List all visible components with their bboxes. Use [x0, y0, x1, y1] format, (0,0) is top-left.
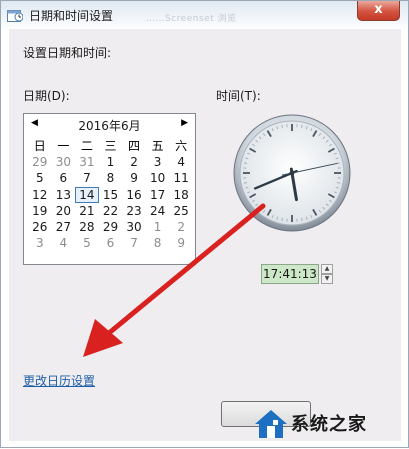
calendar-day[interactable]: 21: [75, 203, 99, 219]
calendar-day[interactable]: 11: [169, 170, 193, 186]
next-month-button[interactable]: ▶: [181, 118, 188, 128]
calendar-day-other-month[interactable]: 4: [52, 235, 76, 251]
time-input[interactable]: 17:41:13: [261, 264, 319, 284]
calendar-day[interactable]: 1: [99, 154, 123, 170]
weekday-header: 四: [122, 138, 146, 154]
calendar-day[interactable]: 26: [28, 219, 52, 235]
calendar-day[interactable]: 20: [52, 203, 76, 219]
calendar-day[interactable]: 28: [75, 219, 99, 235]
calendar-day[interactable]: 17: [146, 187, 170, 203]
calendar-day[interactable]: 29: [99, 219, 123, 235]
calendar-day[interactable]: 6: [52, 170, 76, 186]
page-heading: 设置日期和时间:: [23, 44, 111, 61]
calendar-day[interactable]: 27: [52, 219, 76, 235]
calendar-day[interactable]: 8: [99, 170, 123, 186]
analog-clock: [233, 114, 351, 232]
calendar-day[interactable]: 9: [122, 170, 146, 186]
calendar-day[interactable]: 5: [28, 170, 52, 186]
calendar-month-title[interactable]: 2016年6月: [24, 117, 195, 134]
weekday-header: 日: [28, 138, 52, 154]
weekday-header: 二: [75, 138, 99, 154]
calendar-day[interactable]: 22: [99, 203, 123, 219]
time-down-button[interactable]: ▼: [321, 274, 333, 284]
month-calendar[interactable]: ◀ 2016年6月 ▶ 日一二三四五六293031123456789101112…: [23, 113, 196, 265]
watermark-text: 系统之家: [291, 410, 367, 436]
calendar-day[interactable]: 12: [28, 187, 52, 203]
calendar-day-other-month[interactable]: 2: [169, 219, 193, 235]
watermark-logo: 系统之家: [251, 404, 406, 444]
title-bar: 日期和时间设置 ……Screenset 浏览 x: [1, 1, 409, 29]
calendar-day-other-month[interactable]: 9: [169, 235, 193, 251]
window-title-faded: ……Screenset 浏览: [146, 11, 237, 24]
calendar-day[interactable]: 14: [75, 187, 99, 203]
dialog-client-area: 设置日期和时间: 日期(D): 时间(T): ◀ 2016年6月 ▶ 日一二三四…: [9, 29, 401, 441]
house-logo-icon: [253, 406, 289, 442]
calendar-day[interactable]: 2: [122, 154, 146, 170]
calendar-day-other-month[interactable]: 6: [99, 235, 123, 251]
calendar-day[interactable]: 7: [75, 170, 99, 186]
time-up-button[interactable]: ▲: [321, 264, 333, 274]
calendar-day-other-month[interactable]: 8: [146, 235, 170, 251]
calendar-day-other-month[interactable]: 5: [75, 235, 99, 251]
close-icon: x: [374, 2, 382, 17]
weekday-header: 三: [99, 138, 123, 154]
clock-center: [290, 171, 295, 176]
calendar-day[interactable]: 24: [146, 203, 170, 219]
weekday-header: 五: [146, 138, 170, 154]
calendar-day[interactable]: 16: [122, 187, 146, 203]
change-calendar-settings-link[interactable]: 更改日历设置: [23, 372, 95, 389]
arrow-down-icon: ▼: [325, 275, 330, 282]
time-spinner: 17:41:13 ▲ ▼: [261, 264, 333, 284]
arrow-up-icon: ▲: [325, 265, 330, 272]
calendar-day-other-month[interactable]: 29: [28, 154, 52, 170]
calendar-day-other-month[interactable]: 3: [28, 235, 52, 251]
close-button[interactable]: x: [357, 1, 400, 21]
weekday-header: 六: [169, 138, 193, 154]
calendar-day-grid: 日一二三四五六293031123456789101112131415161718…: [28, 138, 193, 251]
calendar-day[interactable]: 23: [122, 203, 146, 219]
calendar-day[interactable]: 19: [28, 203, 52, 219]
calendar-day[interactable]: 15: [99, 187, 123, 203]
calendar-day-other-month[interactable]: 1: [146, 219, 170, 235]
date-time-settings-window: 日期和时间设置 ……Screenset 浏览 x 设置日期和时间: 日期(D):…: [0, 0, 409, 448]
calendar-day[interactable]: 13: [52, 187, 76, 203]
calendar-day-other-month[interactable]: 7: [122, 235, 146, 251]
calendar-day-other-month[interactable]: 30: [52, 154, 76, 170]
calendar-day-other-month[interactable]: 31: [75, 154, 99, 170]
calendar-day[interactable]: 4: [169, 154, 193, 170]
weekday-header: 一: [52, 138, 76, 154]
date-label: 日期(D):: [23, 87, 70, 104]
calendar-day[interactable]: 3: [146, 154, 170, 170]
date-time-icon: [7, 8, 23, 22]
calendar-day[interactable]: 30: [122, 219, 146, 235]
calendar-day[interactable]: 18: [169, 187, 193, 203]
window-title: 日期和时间设置: [29, 7, 113, 24]
calendar-day[interactable]: 10: [146, 170, 170, 186]
calendar-day[interactable]: 25: [169, 203, 193, 219]
time-label: 时间(T):: [216, 87, 261, 104]
